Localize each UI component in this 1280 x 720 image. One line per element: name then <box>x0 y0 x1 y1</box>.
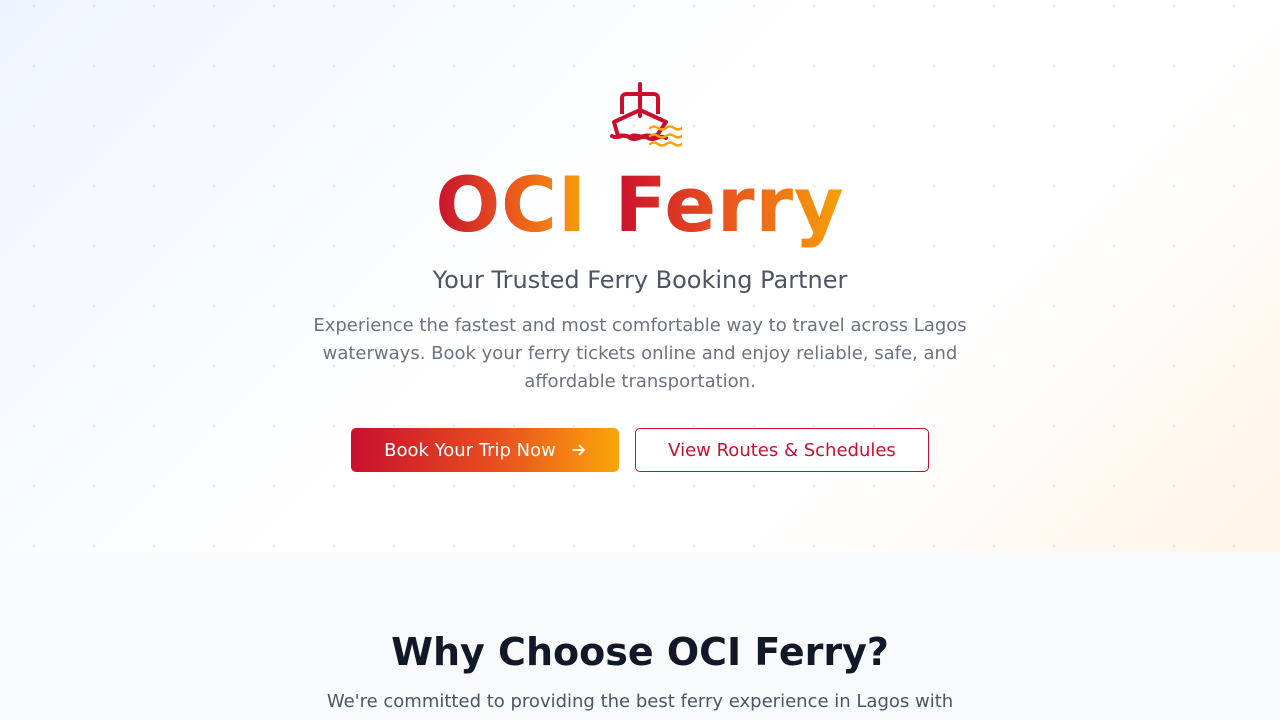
ship-icon <box>610 82 682 147</box>
brand-part-oci: OCI <box>435 160 588 249</box>
tagline: Your Trusted Ferry Booking Partner <box>432 266 848 294</box>
hero-description: Experience the fastest and most comforta… <box>313 315 967 392</box>
features-title: Why Choose OCI Ferry? <box>391 630 889 674</box>
hero-section: OCI Ferry Your Trusted Ferry Booking Par… <box>0 0 1280 552</box>
view-routes-button[interactable]: View Routes & Schedules <box>635 428 929 472</box>
features-subtitle: We're committed to providing the best fe… <box>326 691 954 712</box>
book-trip-button[interactable]: Book Your Trip Now <box>351 428 619 472</box>
brand-title: OCI Ferry <box>0 160 1280 250</box>
view-routes-label: View Routes & Schedules <box>668 439 896 461</box>
brand-title-text: OCI Ferry <box>435 160 844 249</box>
book-trip-label: Book Your Trip Now <box>384 439 556 461</box>
arrow-right-icon <box>571 444 585 456</box>
brand-part-ferry: Ferry <box>614 160 845 249</box>
features-section: Why Choose OCI Ferry? We're committed to… <box>0 552 1280 720</box>
